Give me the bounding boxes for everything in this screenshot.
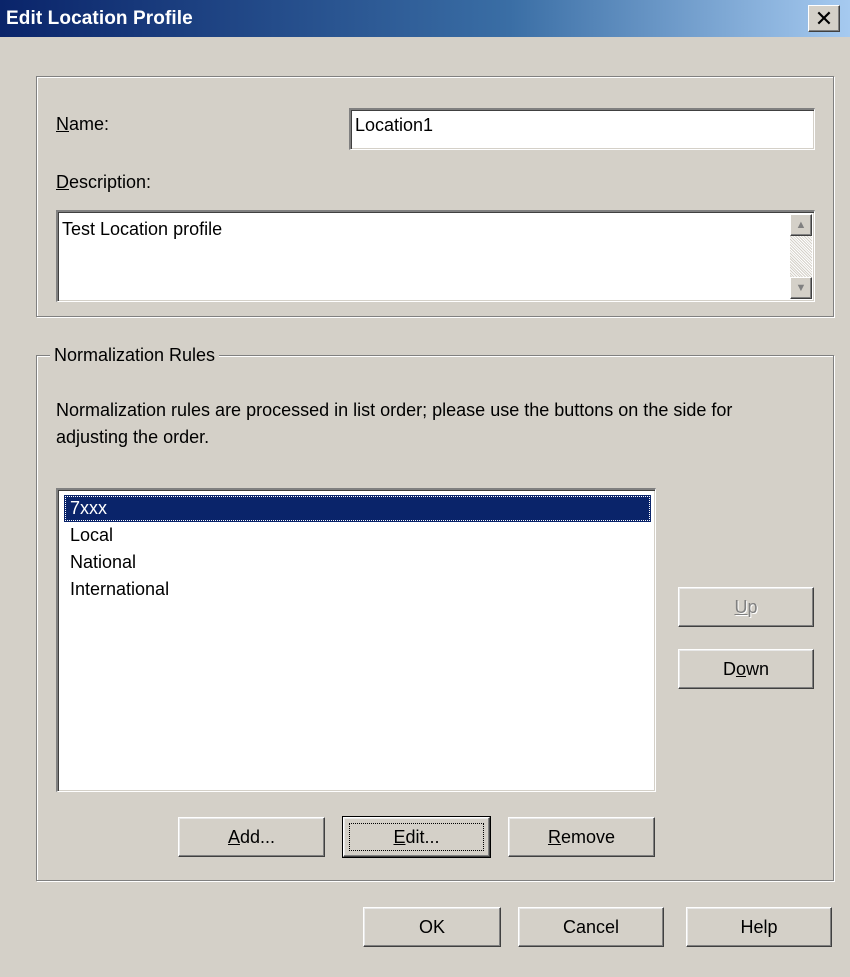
description-label: Description: (56, 172, 152, 192)
description-scrollbar[interactable]: ▲ ▼ (790, 214, 812, 299)
name-label: Name: (56, 114, 110, 134)
description-input-value: Test Location profile (62, 219, 223, 239)
list-item[interactable]: National (64, 549, 651, 576)
help-button[interactable]: Help (686, 907, 832, 947)
help-button-label: Help (740, 916, 778, 937)
rules-hint: Normalization rules are processed in lis… (56, 400, 733, 447)
cancel-button-label: Cancel (562, 916, 620, 937)
normalization-rules-legend: Normalization Rules (50, 345, 220, 366)
list-item[interactable]: 7xxx (64, 495, 651, 522)
add-button-label: Add... (227, 826, 276, 847)
edit-location-profile-dialog: Edit Location Profile ✕ Name: Location1 … (0, 0, 850, 977)
ok-button-label: OK (418, 916, 445, 937)
remove-button[interactable]: Remove (508, 817, 655, 857)
title-bar[interactable]: Edit Location Profile ✕ (0, 0, 850, 37)
down-button-label: Down (722, 658, 770, 679)
close-button[interactable]: ✕ (808, 5, 840, 32)
close-icon: ✕ (814, 5, 834, 31)
scroll-up-icon: ▲ (795, 219, 807, 231)
up-button[interactable]: Up (678, 587, 814, 627)
list-item[interactable]: Local (64, 522, 651, 549)
down-button[interactable]: Down (678, 649, 814, 689)
scroll-down-button[interactable]: ▼ (790, 277, 812, 299)
edit-button[interactable]: Edit... (342, 816, 491, 858)
description-field[interactable]: Test Location profile ▲ ▼ (56, 210, 815, 302)
name-field[interactable]: Location1 (349, 108, 815, 150)
remove-button-label: Remove (547, 826, 616, 847)
name-input-value: Location1 (355, 115, 434, 135)
rules-list[interactable]: 7xxx Local National International (56, 488, 656, 792)
cancel-button[interactable]: Cancel (518, 907, 664, 947)
list-item[interactable]: International (64, 576, 651, 603)
add-button[interactable]: Add... (178, 817, 325, 857)
edit-button-label: Edit... (393, 826, 440, 847)
scroll-up-button[interactable]: ▲ (790, 214, 812, 236)
window-title: Edit Location Profile (6, 7, 193, 29)
scroll-down-icon: ▼ (795, 282, 807, 294)
ok-button[interactable]: OK (363, 907, 501, 947)
up-button-label: Up (734, 596, 758, 617)
